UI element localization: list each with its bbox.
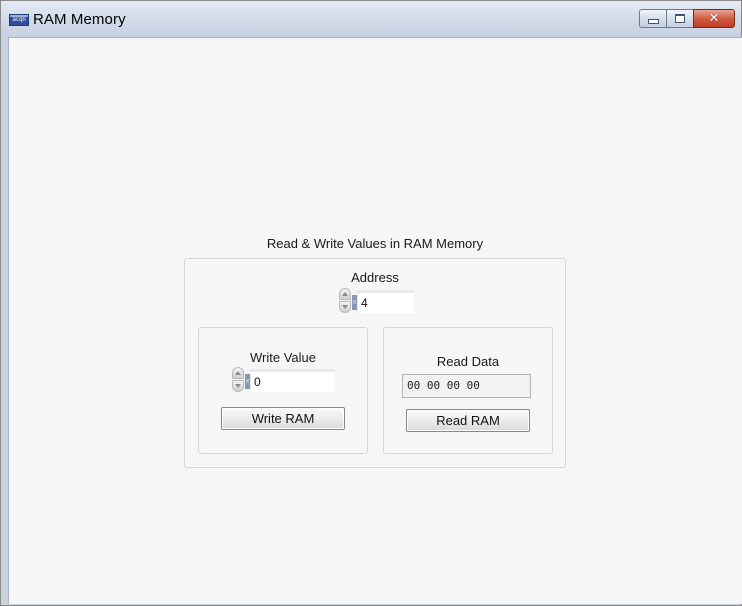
front-panel: Read & Write Values in RAM Memory Addres… (8, 37, 742, 604)
increment-arrow-icon[interactable] (232, 367, 244, 379)
address-spinner[interactable] (338, 288, 351, 313)
title-bar[interactable]: acqn RAM Memory ✕ (1, 1, 741, 37)
address-input[interactable]: 4 (357, 290, 414, 313)
write-ram-button[interactable]: Write RAM (221, 407, 345, 430)
read-ram-button[interactable]: Read RAM (406, 409, 530, 432)
panel-title: Read & Write Values in RAM Memory (266, 236, 484, 251)
close-icon: ✕ (708, 11, 720, 26)
address-label: Address (351, 270, 399, 285)
write-value-numeric-control[interactable]: x 0 (231, 367, 335, 392)
app-window: acqn RAM Memory ✕ Read & Write Values in… (0, 0, 742, 606)
window-controls: ✕ (639, 9, 735, 28)
write-value-spinner[interactable] (231, 367, 244, 392)
read-data-indicator: 00 00 00 00 (402, 374, 531, 398)
minimize-button[interactable] (639, 9, 666, 28)
read-data-label: Read Data (436, 354, 500, 369)
write-value-input[interactable]: 0 (250, 369, 335, 392)
window-title: RAM Memory (33, 11, 126, 28)
close-button[interactable]: ✕ (693, 9, 735, 28)
decrement-arrow-icon[interactable] (339, 301, 351, 313)
increment-arrow-icon[interactable] (339, 288, 351, 300)
address-numeric-control[interactable]: x 4 (338, 288, 414, 313)
maximize-button[interactable] (666, 9, 693, 28)
write-value-label: Write Value (250, 350, 316, 365)
maximize-icon (675, 14, 685, 23)
decrement-arrow-icon[interactable] (232, 380, 244, 392)
minimize-icon (647, 19, 659, 24)
app-icon[interactable]: acqn (9, 14, 29, 26)
